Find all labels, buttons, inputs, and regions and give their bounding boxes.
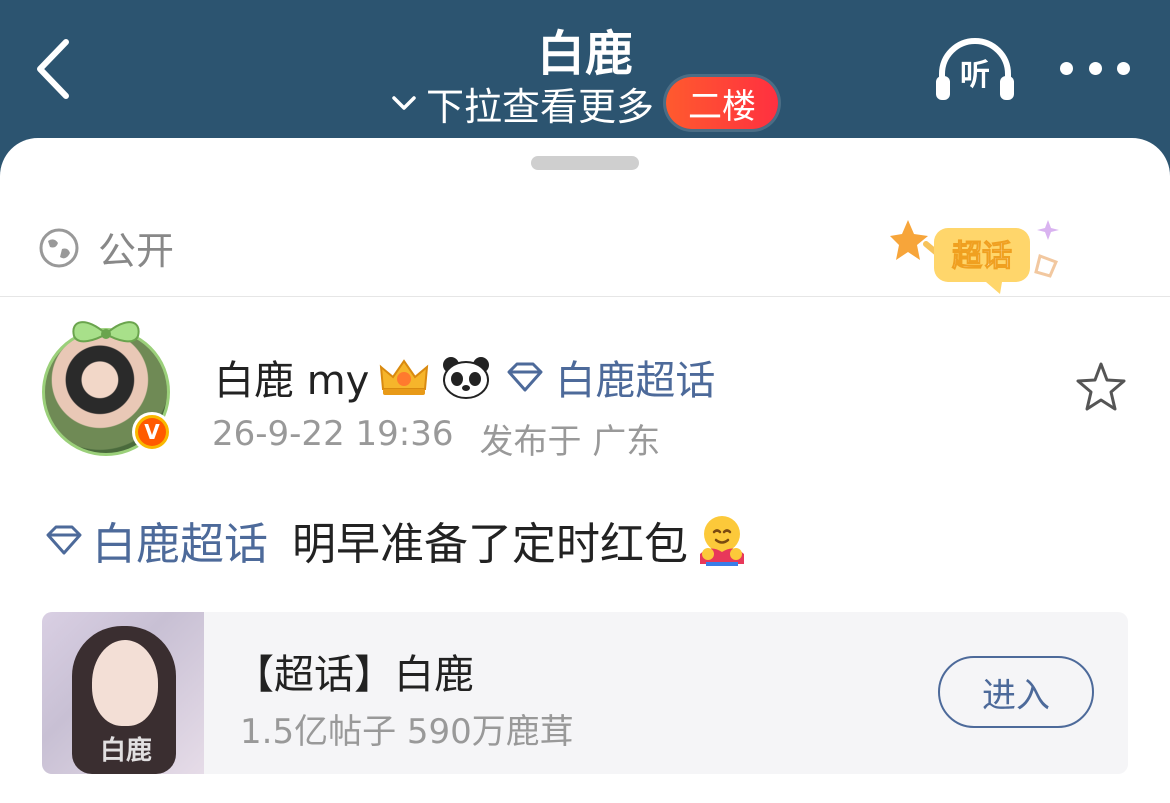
topic-card-stats: 1.5亿帖子 590万鹿茸 bbox=[240, 712, 574, 752]
enter-button[interactable]: 进入 bbox=[938, 656, 1094, 728]
post-sheet: 公开 超话 V 白鹿 my 白鹿超话 26-9-22 19:36 发布于 广东 … bbox=[0, 138, 1170, 803]
diamond-icon bbox=[46, 525, 82, 555]
dot-icon bbox=[1117, 61, 1130, 75]
pull-down-label: 下拉查看更多 bbox=[426, 84, 655, 129]
author-avatar[interactable]: V bbox=[36, 318, 176, 458]
content-topic-link[interactable]: 白鹿超话 bbox=[92, 508, 268, 572]
star-icon bbox=[1076, 362, 1126, 411]
author-topic-link[interactable]: 白鹿超话 bbox=[555, 348, 715, 406]
chaohua-badge[interactable]: 超话 bbox=[890, 216, 1070, 306]
verified-badge: V bbox=[132, 412, 172, 452]
author-row: 白鹿 my 白鹿超话 bbox=[214, 348, 715, 406]
post-meta: 26-9-22 19:36 发布于 广东 bbox=[212, 414, 660, 463]
post-location: 发布于 广东 bbox=[479, 422, 661, 462]
topic-card[interactable]: 白鹿 【超话】白鹿 1.5亿帖子 590万鹿茸 进入 bbox=[42, 612, 1128, 774]
dot-icon bbox=[1060, 61, 1073, 75]
dot-icon bbox=[1088, 61, 1102, 75]
content-text: 明早准备了定时红包 bbox=[292, 519, 688, 570]
drag-handle[interactable] bbox=[531, 156, 639, 170]
hugging-face-emoji-icon bbox=[700, 516, 744, 566]
crown-icon bbox=[380, 359, 429, 395]
post-content: 白鹿超话 明早准备了定时红包 bbox=[44, 508, 750, 572]
card-image-text: 白鹿 bbox=[100, 736, 153, 766]
visibility-indicator: 公开 bbox=[38, 220, 174, 275]
svg-text:超话: 超话 bbox=[952, 240, 1012, 273]
card-face-shape bbox=[92, 640, 158, 726]
topic-card-title: 【超话】白鹿 bbox=[234, 652, 474, 698]
ribbon-decoration-icon bbox=[72, 321, 140, 343]
listen-button[interactable]: 听 bbox=[930, 36, 1020, 102]
author-name[interactable]: 白鹿 my bbox=[214, 348, 369, 406]
panda-icon bbox=[443, 357, 490, 399]
diamond-icon bbox=[507, 362, 543, 392]
verified-mark: V bbox=[138, 418, 166, 446]
globe-icon bbox=[39, 228, 79, 267]
chaohua-badge-label: 超话 bbox=[952, 240, 1012, 273]
divider bbox=[0, 296, 1170, 297]
pull-down-hint[interactable]: 下拉查看更多 二楼 bbox=[390, 77, 779, 129]
favorite-button[interactable] bbox=[1074, 360, 1128, 414]
top-bar: 白鹿 下拉查看更多 二楼 听 bbox=[0, 0, 1170, 150]
more-button[interactable] bbox=[1060, 50, 1130, 86]
chevron-down-icon bbox=[392, 96, 416, 110]
post-timestamp: 26-9-22 19:36 bbox=[212, 414, 454, 454]
listen-label: 听 bbox=[960, 58, 990, 93]
floor-badge[interactable]: 二楼 bbox=[666, 77, 779, 129]
topic-card-image: 白鹿 bbox=[42, 612, 204, 774]
visibility-label: 公开 bbox=[98, 229, 175, 273]
